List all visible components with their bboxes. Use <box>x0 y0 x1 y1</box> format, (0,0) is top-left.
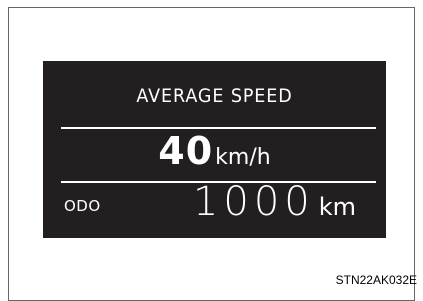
figure-code: STN22AK032E <box>336 273 417 287</box>
odo-value: 1000 <box>193 179 315 225</box>
odometer-readout: 1000km <box>193 179 356 225</box>
odo-label: ODO <box>64 197 101 215</box>
display-title: AVERAGE SPEED <box>57 85 373 107</box>
multi-information-display: AVERAGE SPEED 40km/h ODO 1000km <box>43 61 386 238</box>
average-speed-readout: 40km/h <box>43 129 386 173</box>
odo-unit: km <box>319 193 356 221</box>
speed-value: 40 <box>158 129 213 173</box>
speed-unit: km/h <box>215 145 271 170</box>
